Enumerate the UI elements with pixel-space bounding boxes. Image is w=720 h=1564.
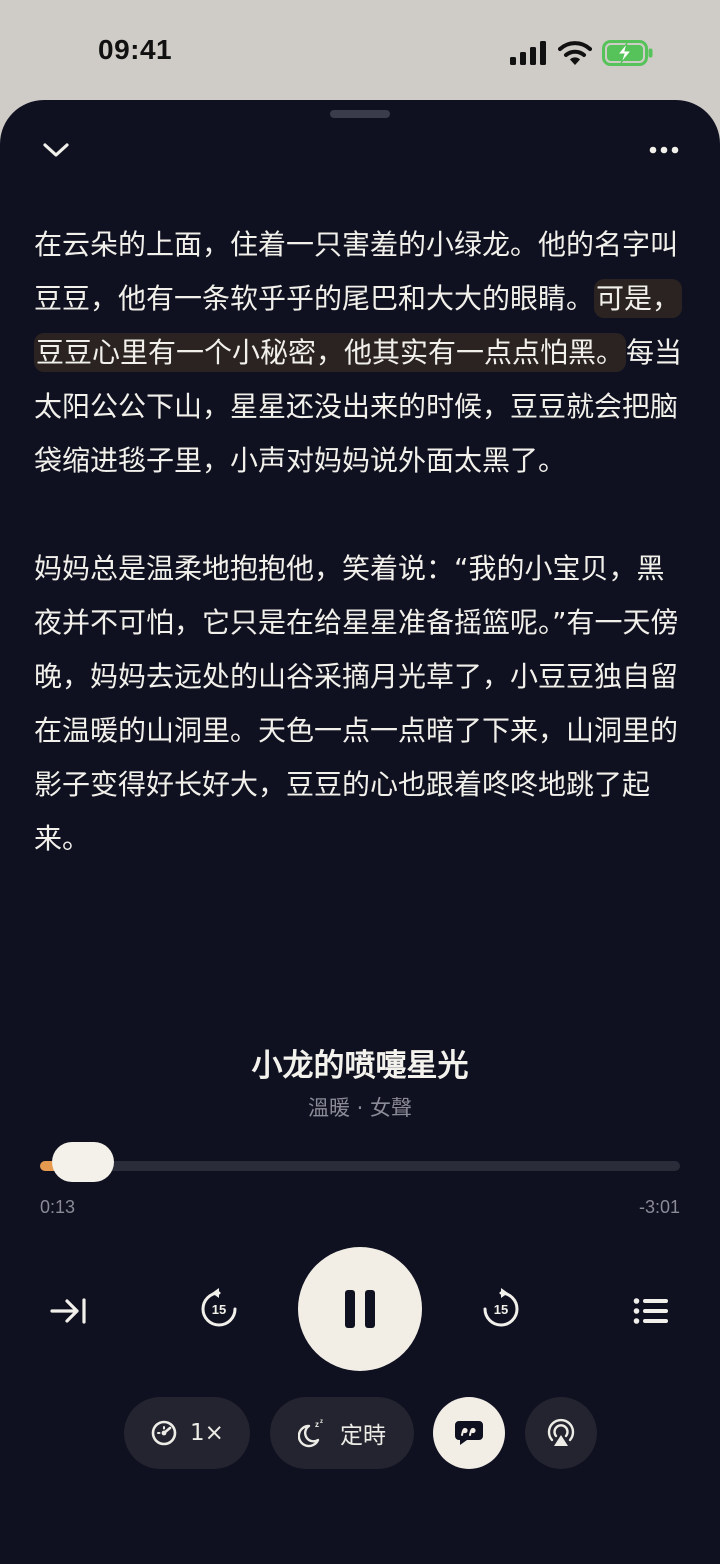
- track-title: 小龙的喷嚏星光: [251, 1048, 469, 1084]
- playback-speed-button[interactable]: 1×: [124, 1397, 250, 1469]
- forward-seconds-label: 15: [494, 1302, 508, 1317]
- elapsed-time: 0:13: [40, 1197, 76, 1217]
- airplay-button[interactable]: [525, 1397, 597, 1469]
- airplay-audio-icon: [547, 1418, 575, 1446]
- chevron-down-icon: [43, 143, 69, 157]
- collapse-button[interactable]: [34, 128, 78, 172]
- quote-bubble-icon: [455, 1421, 483, 1445]
- pause-icon: [345, 1290, 375, 1328]
- more-button[interactable]: [642, 128, 686, 172]
- skip-to-end-icon: [50, 1298, 86, 1324]
- player-sheet: 在云朵的上面，住着一只害羞的小绿龙。他的名字叫豆豆，他有一条软乎乎的尾巴和大大的…: [0, 100, 720, 1564]
- rewind-15-icon: 15: [201, 1288, 237, 1327]
- playlist-button[interactable]: [626, 1286, 676, 1336]
- status-icons: [510, 38, 654, 68]
- forward-15-button[interactable]: 15: [476, 1284, 526, 1334]
- sleep-timer-label: 定時: [340, 1423, 386, 1449]
- battery-charging-icon: [602, 40, 653, 66]
- progress-knob[interactable]: [51, 1142, 114, 1182]
- skip-to-end-button[interactable]: [44, 1286, 94, 1336]
- sheet-grabber[interactable]: [330, 110, 390, 118]
- transcript-button[interactable]: [433, 1397, 505, 1469]
- moon-sleep-icon: z z: [298, 1419, 323, 1448]
- track-subtitle: 溫暖 · 女聲: [307, 1096, 413, 1120]
- cellular-signal-icon: [510, 41, 546, 65]
- story-paragraph: 妈妈总是温柔地抱抱他，笑着说：“我的小宝贝，黑夜并不可怕，它只是在给星星准备摇篮…: [34, 552, 679, 855]
- remaining-time: -3:01: [638, 1197, 680, 1217]
- forward-15-icon: 15: [483, 1288, 519, 1327]
- status-bar: 09:41: [0, 0, 720, 100]
- svg-text:z: z: [315, 1420, 319, 1429]
- sleep-timer-button[interactable]: z z 定時: [270, 1397, 414, 1469]
- rewind-15-button[interactable]: 15: [194, 1284, 244, 1334]
- status-time: 09:41: [98, 34, 173, 65]
- playback-speed-label: 1×: [190, 1420, 224, 1446]
- progress-bar[interactable]: [40, 1142, 680, 1182]
- more-icon: [649, 146, 679, 154]
- svg-text:z: z: [320, 1419, 323, 1425]
- rewind-seconds-label: 15: [212, 1302, 226, 1317]
- story-paragraph: 在云朵的上面，住着一只害羞的小绿龙。他的名字叫豆豆，他有一条软乎乎的尾巴和大大的…: [34, 218, 686, 488]
- wifi-icon: [558, 41, 592, 65]
- story-text-before: 在云朵的上面，住着一只害羞的小绿龙。他的名字叫豆豆，他有一条软乎乎的尾巴和大大的…: [34, 228, 679, 315]
- pause-button[interactable]: [298, 1247, 422, 1371]
- playlist-icon: [633, 1298, 668, 1324]
- story-text: 在云朵的上面，住着一只害羞的小绿龙。他的名字叫豆豆，他有一条软乎乎的尾巴和大大的…: [34, 218, 686, 920]
- speedometer-icon: [151, 1420, 177, 1446]
